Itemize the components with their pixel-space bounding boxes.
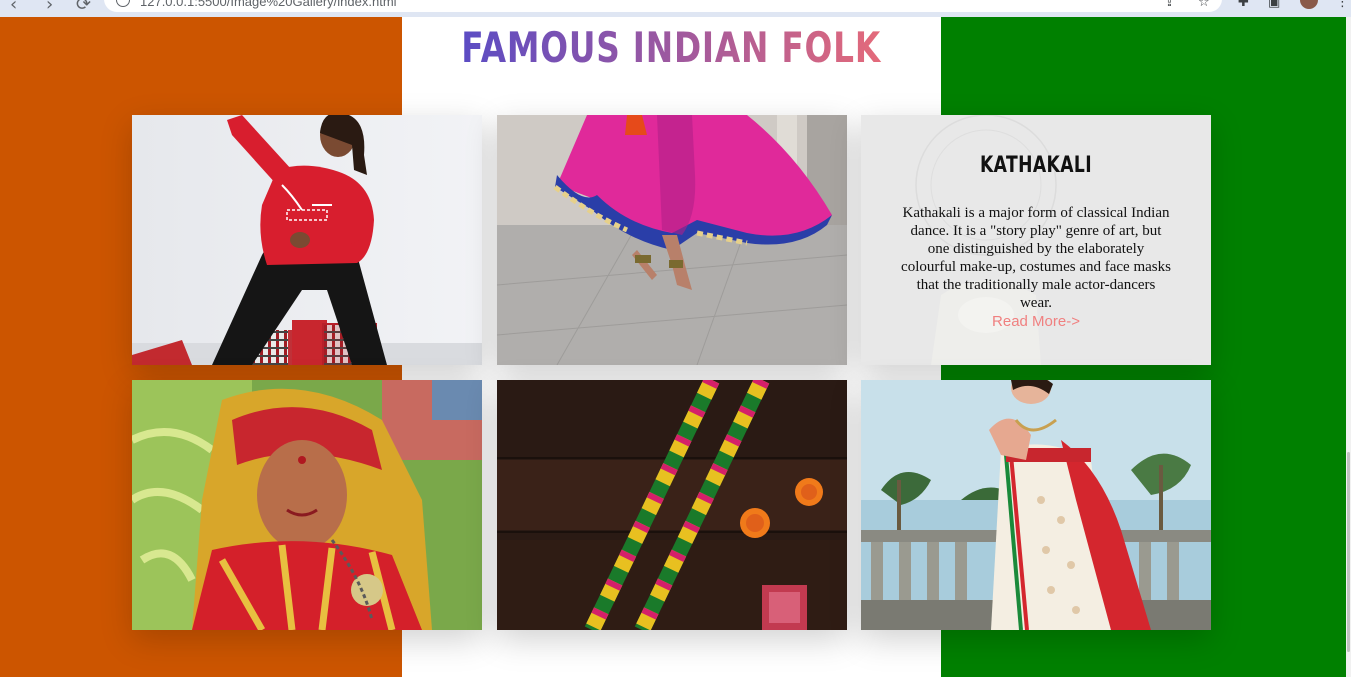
kathakali-info-card[interactable]: KATHAKALI Kathakali is a major form of c… <box>861 115 1211 365</box>
bookmark-star-icon[interactable]: ☆ <box>1198 0 1210 10</box>
kathakali-title: KATHAKALI <box>979 153 1093 178</box>
kathakali-description: Kathakali is a major form of classical I… <box>901 205 1171 311</box>
gallery-image-5[interactable] <box>497 380 847 630</box>
gallery-image-6[interactable] <box>861 380 1211 630</box>
gallery-image-1[interactable] <box>132 115 482 365</box>
share-icon[interactable]: ⇪ <box>1164 0 1175 10</box>
scrollbar-thumb[interactable] <box>1347 452 1350 652</box>
url-text[interactable]: 127.0.0.1:5500/Image%20Gallery/index.htm… <box>140 0 397 9</box>
profile-sync-icon[interactable]: ▣ <box>1268 0 1280 10</box>
page-title: FAMOUS INDIAN FOLK DANCE <box>461 23 1024 72</box>
read-more-link[interactable]: Read More-> <box>861 313 1211 330</box>
reload-icon[interactable]: ⟳ <box>76 0 91 15</box>
browser-chrome: ‹ › ⟳ 127.0.0.1:5500/Image%20Gallery/ind… <box>0 0 1351 17</box>
menu-icon[interactable]: ⋮ <box>1336 0 1349 10</box>
forward-icon[interactable]: › <box>46 0 53 15</box>
extensions-icon[interactable]: ✚ <box>1238 0 1249 10</box>
back-icon[interactable]: ‹ <box>10 0 17 15</box>
gallery-image-2[interactable] <box>497 115 847 365</box>
gallery-image-4[interactable] <box>132 380 482 630</box>
avatar[interactable] <box>1300 0 1318 9</box>
